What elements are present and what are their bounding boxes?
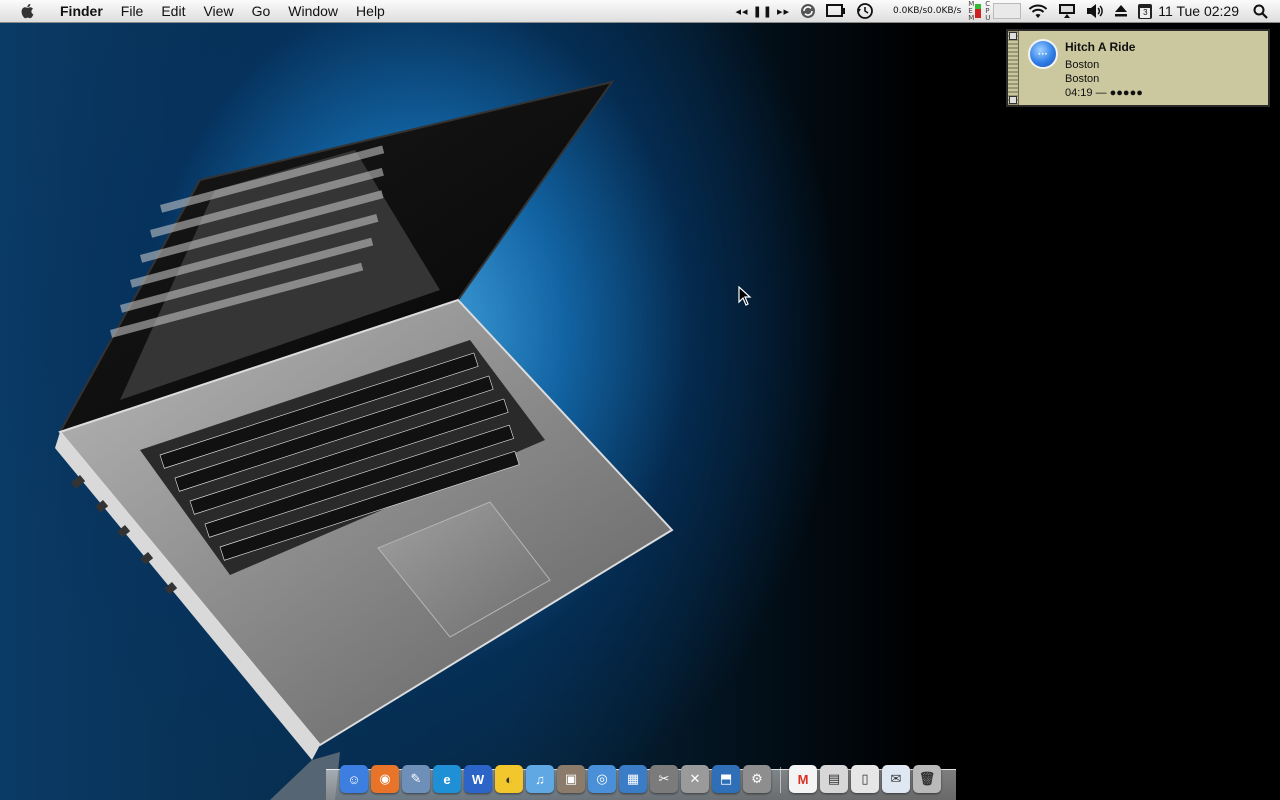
menu-bar: Finder File Edit View Go Window Help ◂◂ … [0,0,1280,23]
gmail-icon[interactable]: M [789,765,817,793]
sync-icon[interactable] [800,0,816,22]
wifi-icon[interactable] [1028,0,1048,22]
memory-bar-icon [975,4,982,18]
network-speed-monitor[interactable]: 0.0KB/s 0.0KB/s [893,0,961,22]
word-icon[interactable]: W [464,765,492,793]
pause-icon[interactable]: ❚❚ [753,5,773,18]
calendar-icon[interactable]: 3 [1138,0,1153,22]
cpu-label: CPU [985,0,991,22]
cpu-graph-icon [993,3,1022,19]
menu-app-finder[interactable]: Finder [51,0,112,22]
net-upload-rate: 0.0KB/s [893,5,928,16]
finder-icon[interactable]: ☺ [340,765,368,793]
apple-menu-icon[interactable] [17,0,39,22]
volume-icon[interactable] [1086,0,1104,22]
previous-track-icon[interactable]: ◂◂ [736,5,749,18]
desktop-background: Finder File Edit View Go Window Help ◂◂ … [0,0,1280,800]
dashboard-icon[interactable]: ▦ [619,765,647,793]
documents-icon[interactable]: ▯ [851,765,879,793]
display-mirror-icon[interactable] [826,0,846,22]
menu-extras: ◂◂ ❚❚ ▸▸ 0.0KB/s 0.0KB/s MEM CPU 3 11 Tu… [731,0,1280,22]
menu-window[interactable]: Window [279,0,347,22]
next-track-icon[interactable]: ▸▸ [777,5,790,18]
printer-icon[interactable]: ▤ [820,765,848,793]
mail-icon[interactable]: ✉ [882,765,910,793]
menu-view[interactable]: View [194,0,242,22]
eject-icon[interactable] [1114,0,1128,22]
notification-resize-icon[interactable] [1009,96,1017,104]
time-machine-icon[interactable] [856,0,874,22]
notification-title: Hitch A Ride [1065,40,1136,54]
script-editor-icon[interactable]: ✕ [681,765,709,793]
now-playing-notification[interactable]: ··· Hitch A Ride Boston Boston 04:19 — ●… [1006,29,1270,107]
menu-file[interactable]: File [112,0,153,22]
notification-artist: Boston [1065,59,1100,71]
notification-duration-rating: 04:19 — ●●●●● [1065,87,1143,99]
preview-icon[interactable]: ✎ [402,765,430,793]
firefox-icon[interactable]: ◉ [371,765,399,793]
memory-monitor[interactable]: MEM [968,0,982,22]
notification-album: Boston [1065,73,1100,85]
spotlight-search-icon[interactable] [1253,0,1268,22]
media-controls[interactable]: ◂◂ ❚❚ ▸▸ [736,0,791,22]
notification-close-icon[interactable] [1009,32,1017,40]
mem-label: MEM [968,0,975,22]
mouse-cursor-icon [738,286,752,306]
wallpaper-laptop-image [55,80,674,800]
iphoto-icon[interactable]: ▣ [557,765,585,793]
notification-app-icon: ··· [1028,39,1058,69]
cyberduck-icon[interactable]: ◐ [495,765,523,793]
dock-separator [780,767,781,793]
utilities-icon[interactable]: ✂ [650,765,678,793]
net-download-rate: 0.0KB/s [927,5,962,16]
menu-edit[interactable]: Edit [152,0,194,22]
menu-clock[interactable]: 11 Tue 02:29 [1158,0,1239,22]
safari-icon[interactable]: ◎ [588,765,616,793]
appstore-icon[interactable]: ⬒ [712,765,740,793]
dock-icons: ☺ ◉ ✎ e W ◐ ♫ ▣ ◎ ▦ ✂ ✕ ⬒ ⚙ M ▤ ▯ ✉ 🗑 [340,757,944,793]
dock: ☺ ◉ ✎ e W ◐ ♫ ▣ ◎ ▦ ✂ ✕ ⬒ ⚙ M ▤ ▯ ✉ 🗑 [326,757,956,800]
calendar-day-label: 3 [1140,7,1151,18]
cpu-monitor[interactable]: CPU [985,0,1022,22]
ie-icon[interactable]: e [433,765,461,793]
trash-icon[interactable]: 🗑 [913,765,941,793]
itunes-icon[interactable]: ♫ [526,765,554,793]
airplay-display-icon[interactable] [1058,0,1076,22]
menu-help[interactable]: Help [347,0,394,22]
system-preferences-icon[interactable]: ⚙ [743,765,771,793]
notification-drag-handle[interactable] [1008,31,1019,105]
menu-go[interactable]: Go [243,0,280,22]
